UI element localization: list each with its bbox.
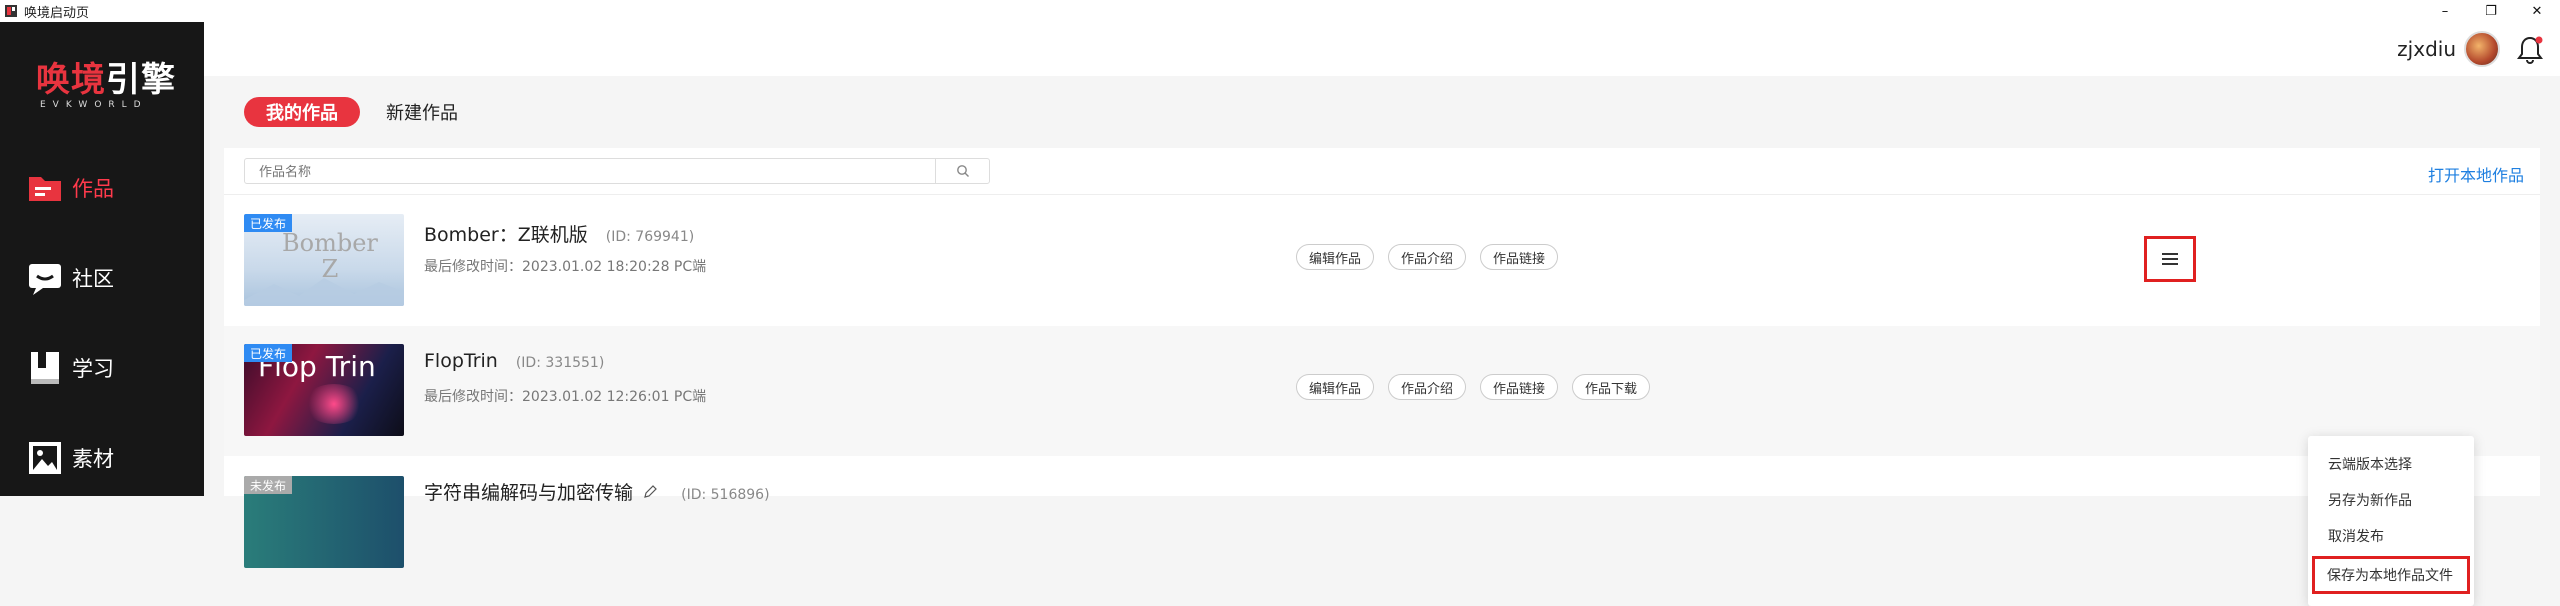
menu-item-unpublish[interactable]: 取消发布 [2328, 526, 2384, 546]
sidebar-item-label: 学习 [72, 357, 114, 381]
hamburger-icon [2162, 253, 2178, 265]
thumbnail-mountains [244, 278, 404, 306]
status-badge: 未发布 [244, 476, 293, 494]
work-meta: 最后修改时间：2023.01.02 12:26:01 PC端 [424, 389, 707, 405]
work-title[interactable]: 字符串编解码与加密传输 [424, 482, 633, 504]
folder-icon [29, 177, 61, 201]
logo: 唤境引擎 EVKWORLD [36, 60, 176, 120]
logo-text-a: 唤境 [36, 60, 106, 100]
work-link-button[interactable]: 作品链接 [1480, 244, 1559, 270]
work-title-line: Bomber：Z联机版 (ID: 769941) [424, 220, 694, 247]
work-intro-button[interactable]: 作品介绍 [1388, 374, 1467, 400]
search-box [244, 158, 990, 184]
work-actions: 编辑作品 作品介绍 作品链接 [1296, 244, 1572, 270]
work-title-line: FlopTrin (ID: 331551) [424, 350, 604, 372]
tab-new-work[interactable]: 新建作品 [364, 97, 480, 127]
sidebar-item-works[interactable]: 作品 [0, 148, 204, 228]
bell-icon[interactable] [2514, 34, 2546, 66]
close-button[interactable]: ✕ [2514, 0, 2560, 22]
sidebar-item-community[interactable]: 社区 [0, 238, 204, 318]
logo-text-b: 引擎 [106, 60, 176, 100]
open-local-work-link[interactable]: 打开本地作品 [2428, 162, 2524, 186]
work-row: 已发布 Flop Trin FlopTrin (ID: 331551) 最后修改时… [224, 326, 2540, 456]
work-row: 已发布 Bomber Z Bomber：Z联机版 (ID: 769941) 最后修… [224, 196, 2540, 326]
thumbnail-glow [304, 384, 364, 424]
work-title-line: 字符串编解码与加密传输 (ID: 516896) [424, 478, 770, 505]
work-actions: 编辑作品 作品介绍 作品链接 作品下载 [1296, 374, 1664, 400]
search-input[interactable] [245, 159, 935, 183]
logo-subtitle: EVKWORLD [40, 100, 148, 110]
menu-item-cloud-version[interactable]: 云端版本选择 [2328, 454, 2412, 474]
restore-button[interactable]: ❐ [2468, 0, 2514, 22]
works-tabs: 我的作品 新建作品 [244, 97, 484, 127]
search-icon [956, 165, 969, 177]
menu-item-save-as-new[interactable]: 另存为新作品 [2328, 490, 2412, 510]
work-row: 未发布 字符串编解码与加密传输 (ID: 516896) [224, 456, 2540, 586]
minimize-button[interactable]: – [2422, 0, 2468, 22]
app-icon [5, 5, 17, 17]
avatar[interactable] [2464, 31, 2500, 67]
work-intro-button[interactable]: 作品介绍 [1388, 244, 1467, 270]
book-icon [31, 352, 59, 384]
work-id: (ID: 331551) [515, 355, 605, 371]
chat-icon [29, 264, 61, 295]
status-badge: 已发布 [244, 214, 293, 232]
work-title[interactable]: Bomber：Z联机版 [424, 224, 588, 246]
window-titlebar: 唤境启动页 – ❐ ✕ [0, 0, 2560, 22]
work-link-button[interactable]: 作品链接 [1480, 374, 1559, 400]
work-title[interactable]: FlopTrin [424, 350, 498, 372]
sidebar: 唤境引擎 EVKWORLD 作品 社区 学习 素材 [0, 22, 204, 496]
work-thumbnail[interactable]: 已发布 Bomber Z [244, 214, 404, 306]
works-panel: 打开本地作品 已发布 Bomber Z Bomber：Z联机版 (ID: 7699… [224, 148, 2540, 606]
edit-work-button[interactable]: 编辑作品 [1296, 244, 1375, 270]
sidebar-item-learn[interactable]: 学习 [0, 328, 204, 408]
window-title: 唤境启动页 [24, 5, 90, 21]
edit-work-button[interactable]: 编辑作品 [1296, 374, 1375, 400]
menu-item-save-local-file[interactable]: 保存为本地作品文件 [2312, 556, 2470, 594]
work-id: (ID: 516896) [681, 487, 770, 503]
work-id: (ID: 769941) [605, 229, 695, 245]
tab-my-works[interactable]: 我的作品 [244, 97, 360, 127]
more-menu-button[interactable] [2144, 236, 2196, 282]
sidebar-item-label: 作品 [72, 177, 114, 201]
username: zjxdiu [2397, 37, 2456, 61]
work-thumbnail[interactable]: 未发布 [244, 476, 404, 568]
sidebar-item-label: 素材 [72, 447, 114, 471]
more-menu-dropdown: 云端版本选择 另存为新作品 取消发布 保存为本地作品文件 [2308, 436, 2474, 606]
divider [224, 194, 2540, 195]
top-header: zjxdiu [204, 22, 2560, 76]
work-download-button[interactable]: 作品下载 [1572, 374, 1651, 400]
user-menu[interactable]: zjxdiu [2397, 31, 2500, 67]
status-badge: 已发布 [244, 344, 293, 362]
image-icon [29, 442, 61, 474]
sidebar-item-assets[interactable]: 素材 [0, 418, 204, 498]
work-thumbnail[interactable]: 已发布 Flop Trin [244, 344, 404, 436]
work-meta: 最后修改时间：2023.01.02 18:20:28 PC端 [424, 259, 707, 275]
sidebar-item-label: 社区 [72, 267, 114, 291]
search-button[interactable] [935, 159, 989, 183]
edit-pencil-icon[interactable] [643, 485, 657, 499]
